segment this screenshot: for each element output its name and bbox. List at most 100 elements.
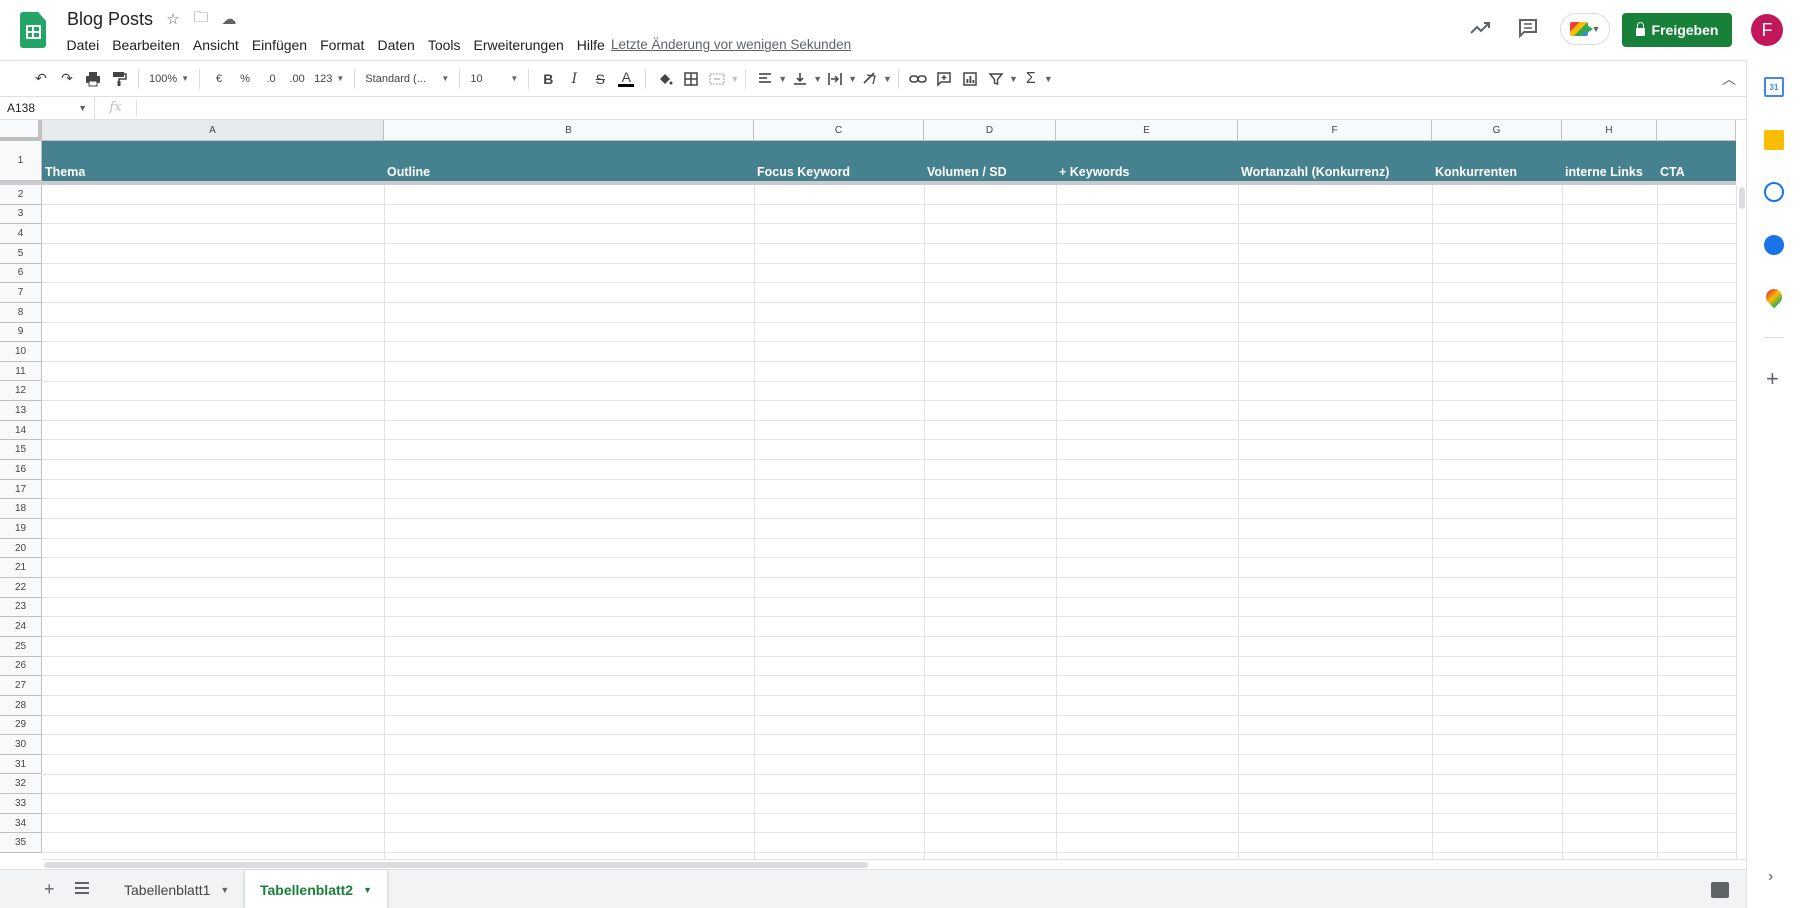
column-header-h[interactable]: H <box>1562 120 1657 141</box>
explore-icon[interactable] <box>1711 882 1729 898</box>
row-header-25[interactable]: 25 <box>0 636 42 657</box>
row-header-23[interactable]: 23 <box>0 597 42 618</box>
star-icon[interactable]: ☆ <box>164 10 182 28</box>
header-cell-cta[interactable]: CTA <box>1657 141 1736 181</box>
decrease-decimal-button[interactable]: .0 <box>259 67 283 91</box>
row-header-5[interactable]: 5 <box>0 243 42 264</box>
activity-dashboard-icon[interactable] <box>1468 16 1496 44</box>
sheets-logo-icon[interactable] <box>20 12 46 48</box>
merge-icon[interactable] <box>705 67 729 91</box>
borders-icon[interactable] <box>679 67 703 91</box>
row-header-10[interactable]: 10 <box>0 342 42 362</box>
menu-item-erweiterungen[interactable]: Erweiterungen <box>467 36 570 54</box>
maps-icon[interactable] <box>1762 285 1786 309</box>
name-box[interactable]: A138 ▼ <box>0 97 95 119</box>
chevron-down-icon[interactable]: ▼ <box>730 74 739 84</box>
menu-item-einfuegen[interactable]: Einfügen <box>245 36 313 54</box>
row-header-15[interactable]: 15 <box>0 440 42 461</box>
row-header-24[interactable]: 24 <box>0 617 42 637</box>
tasks-icon[interactable] <box>1764 182 1784 202</box>
header-cell-focus-keyword[interactable]: Focus Keyword <box>754 141 924 181</box>
row-header-18[interactable]: 18 <box>0 499 42 520</box>
row-header-4[interactable]: 4 <box>0 224 42 244</box>
document-title[interactable]: Blog Posts <box>67 9 153 30</box>
paint-format-icon[interactable] <box>107 67 131 91</box>
row-header-35[interactable]: 35 <box>0 833 42 854</box>
menu-item-hilfe[interactable]: Hilfe <box>570 36 611 54</box>
vertical-scroll-thumb[interactable] <box>1739 187 1745 209</box>
comment-history-icon[interactable] <box>1516 16 1544 44</box>
row-header-16[interactable]: 16 <box>0 460 42 480</box>
row-header-12[interactable]: 12 <box>0 381 42 402</box>
row-header-32[interactable]: 32 <box>0 774 42 795</box>
bold-icon[interactable]: B <box>536 67 560 91</box>
row-header-26[interactable]: 26 <box>0 656 42 677</box>
chevron-down-icon[interactable]: ▼ <box>1009 74 1018 84</box>
header-cell-outline[interactable]: Outline <box>384 141 754 181</box>
chevron-down-icon[interactable]: ▼ <box>778 74 787 84</box>
redo-icon[interactable]: ↷ <box>55 67 79 91</box>
sheet-tab-2[interactable]: Tabellenblatt2 ▼ <box>245 870 388 908</box>
vertical-scrollbar[interactable] <box>1736 185 1746 859</box>
row-header-6[interactable]: 6 <box>0 263 42 284</box>
header-cell-wortanzahl[interactable]: Wortanzahl (Konkurrenz) <box>1238 141 1432 181</box>
collapse-menu-icon[interactable]: ︿ <box>1722 69 1736 89</box>
row-header-22[interactable]: 22 <box>0 578 42 598</box>
row-header-17[interactable]: 17 <box>0 479 42 500</box>
row-header-13[interactable]: 13 <box>0 401 42 421</box>
cell-grid[interactable] <box>42 185 1736 859</box>
row-header-7[interactable]: 7 <box>0 283 42 303</box>
avatar[interactable]: F <box>1751 14 1783 46</box>
row-header-27[interactable]: 27 <box>0 676 42 696</box>
menu-item-ansicht[interactable]: Ansicht <box>186 36 245 54</box>
chevron-down-icon[interactable]: ▼ <box>883 74 892 84</box>
show-side-panel-icon[interactable]: › <box>1768 868 1773 886</box>
sheet-tab-1[interactable]: Tabellenblatt1 ▼ <box>109 870 244 908</box>
row-header-3[interactable]: 3 <box>0 204 42 225</box>
zoom-select[interactable]: 100% ▼ <box>145 67 193 91</box>
print-icon[interactable] <box>81 67 105 91</box>
chevron-down-icon[interactable]: ▼ <box>848 74 857 84</box>
font-select[interactable]: Standard (... ▼ <box>361 67 453 91</box>
last-change-link[interactable]: Letzte Änderung vor wenigen Sekunden <box>611 37 851 52</box>
row-header-19[interactable]: 19 <box>0 519 42 539</box>
cloud-status-icon[interactable]: ☁ <box>220 10 238 28</box>
wrap-icon[interactable] <box>823 67 847 91</box>
row-header-20[interactable]: 20 <box>0 538 42 559</box>
column-header-e[interactable]: E <box>1056 120 1238 141</box>
header-cell-volumen[interactable]: Volumen / SD <box>924 141 1056 181</box>
row-header-33[interactable]: 33 <box>0 794 42 814</box>
horizontal-scrollbar[interactable] <box>42 859 1746 869</box>
share-button[interactable]: Freigeben <box>1622 13 1732 47</box>
link-icon[interactable] <box>906 67 930 91</box>
filter-icon[interactable] <box>984 67 1008 91</box>
move-folder-icon[interactable]: 🗀 <box>192 9 210 28</box>
row-header-14[interactable]: 14 <box>0 420 42 441</box>
chevron-down-icon[interactable]: ▼ <box>1044 74 1053 84</box>
header-cell-konkurrenten[interactable]: Konkurrenten <box>1432 141 1562 181</box>
font-size-select[interactable]: 10 ▼ <box>466 67 522 91</box>
formula-input[interactable] <box>137 97 1746 119</box>
chevron-down-icon[interactable]: ▼ <box>813 74 822 84</box>
percent-format-button[interactable]: % <box>233 67 257 91</box>
menu-item-datei[interactable]: Datei <box>60 36 106 54</box>
menu-item-format[interactable]: Format <box>314 36 371 54</box>
meet-button[interactable]: ▼ <box>1560 13 1610 45</box>
add-addon-icon[interactable]: + <box>1766 366 1779 392</box>
row-header-8[interactable]: 8 <box>0 302 42 323</box>
select-all-corner[interactable] <box>0 120 42 141</box>
menu-item-daten[interactable]: Daten <box>371 36 421 54</box>
menu-item-bearbeiten[interactable]: Bearbeiten <box>106 36 187 54</box>
header-cell-thema[interactable]: Thema <box>42 141 384 181</box>
row-header-2[interactable]: 2 <box>0 185 42 205</box>
horizontal-scroll-thumb[interactable] <box>44 862 868 868</box>
align-left-icon[interactable] <box>753 67 777 91</box>
header-cell-keywords[interactable]: + Keywords <box>1056 141 1238 181</box>
menu-item-tools[interactable]: Tools <box>421 36 467 54</box>
add-sheet-icon[interactable]: + <box>44 879 55 900</box>
row-header-1[interactable]: 1 <box>0 141 42 181</box>
column-header-a[interactable]: A <box>42 120 384 141</box>
number-format-select[interactable]: 123 ▼ <box>310 67 348 91</box>
increase-decimal-button[interactable]: .00 <box>285 67 309 91</box>
chevron-down-icon[interactable]: ▼ <box>220 885 229 895</box>
